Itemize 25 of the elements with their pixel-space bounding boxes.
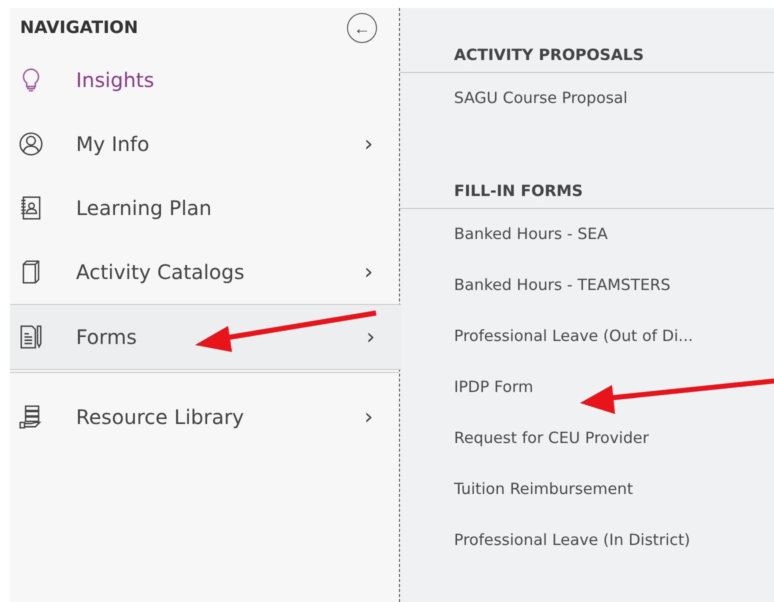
form-link[interactable]: Banked Hours - TEAMSTERS bbox=[400, 270, 774, 321]
section-heading: FILL-IN FORMS bbox=[400, 174, 774, 209]
hand-books-icon bbox=[18, 404, 44, 430]
form-link[interactable]: Professional Leave (In District) bbox=[400, 525, 774, 576]
document-pencil-icon bbox=[18, 324, 44, 350]
nav-item[interactable]: Activity Catalogs › bbox=[10, 240, 399, 304]
collapse-button[interactable]: ← bbox=[347, 13, 377, 43]
nav-item[interactable]: Learning Plan bbox=[10, 176, 399, 240]
form-link[interactable]: Professional Leave (Out of Di... bbox=[400, 321, 774, 372]
chevron-icon: › bbox=[366, 324, 375, 350]
person-icon bbox=[18, 131, 44, 157]
form-link[interactable]: SAGU Course Proposal bbox=[400, 83, 774, 134]
navigation-heading: NAVIGATION bbox=[20, 18, 138, 38]
section-heading: ACTIVITY PROPOSALS bbox=[400, 38, 774, 73]
chevron-icon: › bbox=[364, 260, 373, 284]
nav-item[interactable]: Resource Library › bbox=[10, 385, 399, 449]
chevron-icon: › bbox=[364, 132, 373, 156]
nav-item[interactable]: Insights bbox=[10, 48, 399, 112]
form-link[interactable]: Request for CEU Provider bbox=[400, 423, 774, 474]
chevron-icon: › bbox=[364, 404, 373, 430]
form-link[interactable]: Tuition Reimbursement bbox=[400, 474, 774, 525]
nav-item[interactable]: My Info › bbox=[10, 112, 399, 176]
form-link[interactable]: IPDP Form bbox=[400, 372, 774, 423]
form-link[interactable]: Banked Hours - SEA bbox=[400, 219, 774, 270]
nav-item[interactable]: Forms › bbox=[10, 304, 401, 370]
